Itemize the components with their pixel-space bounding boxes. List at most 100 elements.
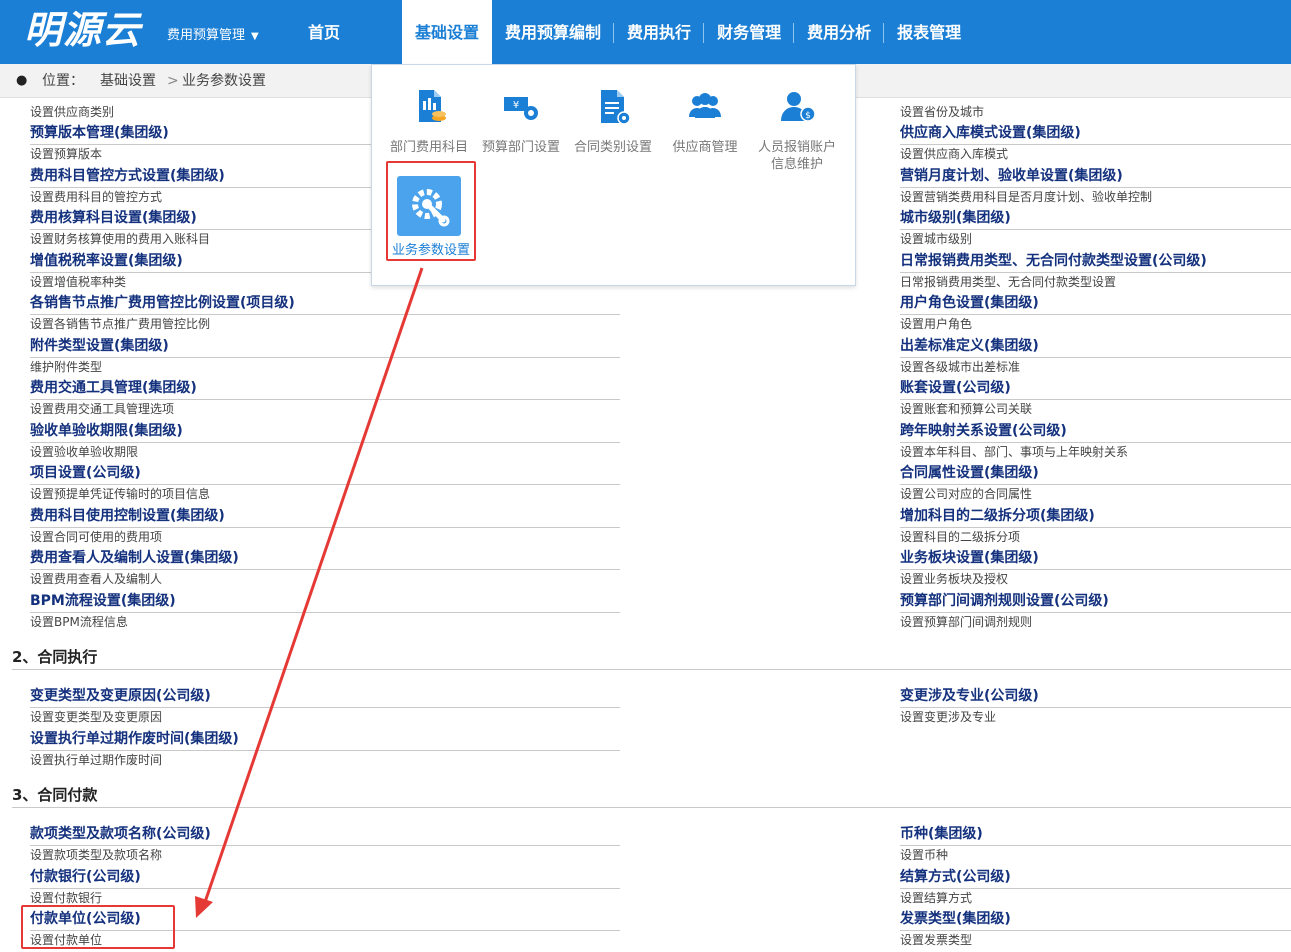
settings-entry-desc: 设置执行单过期作废时间 bbox=[30, 753, 163, 767]
settings-entry: 各销售节点推广费用管控比例设置(项目级) 设置各销售节点推广费用管控比例 bbox=[30, 295, 620, 332]
dropdown-item-label: 合同类别设置 bbox=[573, 140, 652, 155]
divider bbox=[30, 569, 620, 570]
divider bbox=[900, 314, 1291, 315]
settings-entry-link[interactable]: 出差标准定义(集团级) bbox=[900, 338, 1291, 355]
settings-entry-link[interactable]: 付款银行(公司级) bbox=[30, 869, 620, 886]
settings-entry-link[interactable]: 验收单验收期限(集团级) bbox=[30, 423, 620, 440]
settings-entry: BPM流程设置(集团级) 设置BPM流程信息 bbox=[30, 593, 620, 630]
divider bbox=[30, 399, 620, 400]
settings-entry-link[interactable]: 城市级别(集团级) bbox=[900, 210, 1291, 227]
money-gear-icon: ¥ bbox=[504, 97, 538, 120]
nav-basic-settings[interactable]: 基础设置 bbox=[402, 0, 493, 64]
settings-entry-link[interactable]: 费用交通工具管理(集团级) bbox=[30, 380, 620, 397]
nav-home[interactable]: 首页 bbox=[292, 0, 356, 64]
divider bbox=[900, 526, 1291, 528]
top-nav-bar: 明源云 费用预算管理 ▼ 首页 基础设置 费用预算编制 费用执行 财务管理 费用分… bbox=[0, 0, 1291, 64]
basic-settings-dropdown: 部门费用科目 ¥ 预算部门设置 合同类别设置 供应商管理 $ 人员报销账户信息维… bbox=[371, 64, 856, 286]
settings-entry-desc: 设置公司对应的合同属性 bbox=[900, 487, 1033, 501]
settings-entry-link[interactable]: 变更涉及专业(公司级) bbox=[900, 688, 1291, 705]
dropdown-item-label: 业务参数设置 bbox=[391, 243, 470, 258]
app-root: 明源云 费用预算管理 ▼ 首页 基础设置 费用预算编制 费用执行 财务管理 费用分… bbox=[0, 0, 1291, 952]
settings-entry: 城市级别(集团级) 设置城市级别 bbox=[900, 210, 1291, 247]
divider bbox=[30, 750, 620, 751]
settings-entry-link[interactable]: 各销售节点推广费用管控比例设置(项目级) bbox=[30, 295, 620, 312]
settings-entry-link[interactable]: 费用查看人及编制人设置(集团级) bbox=[30, 550, 620, 567]
settings-entry-link[interactable]: 币种(集团级) bbox=[900, 826, 1291, 843]
breadcrumb-prefix: 位置： bbox=[42, 73, 84, 89]
settings-entry: 变更涉及专业(公司级) 设置变更涉及专业 bbox=[900, 688, 1291, 725]
divider bbox=[30, 441, 620, 443]
location-pin-icon: ● bbox=[16, 73, 28, 88]
settings-entry-link[interactable]: 日常报销费用类型、无合同付款类型设置(公司级) bbox=[900, 253, 1291, 270]
divider bbox=[30, 611, 620, 613]
settings-entry-desc: 设置结算方式 bbox=[900, 890, 973, 905]
settings-entry-link[interactable]: 变更类型及变更原因(公司级) bbox=[30, 688, 620, 705]
dropdown-item-label: 部门费用科目 bbox=[389, 140, 468, 155]
settings-entry-desc: 设置本年科目、部门、事项与上年映射关系 bbox=[900, 444, 1129, 459]
dropdown-item-supplier[interactable]: 供应商管理 bbox=[660, 87, 750, 156]
settings-entry-link[interactable]: 款项类型及款项名称(公司级) bbox=[30, 826, 620, 843]
settings-entry-link[interactable]: BPM流程设置(集团级) bbox=[30, 593, 620, 610]
settings-entry-desc: 设置变更类型及变更原因 bbox=[30, 710, 163, 724]
settings-entry-link[interactable]: 附件类型设置(集团级) bbox=[30, 338, 620, 355]
settings-entry-link[interactable]: 用户角色设置(集团级) bbox=[900, 295, 1291, 312]
nav-analysis[interactable]: 费用分析 bbox=[794, 0, 885, 64]
divider bbox=[900, 441, 1291, 443]
system-selector-label: 费用预算管理 bbox=[167, 28, 246, 43]
document-gear-icon bbox=[601, 90, 631, 125]
chevron-down-icon: ▼ bbox=[251, 31, 259, 42]
settings-entry-link[interactable]: 账套设置(公司级) bbox=[900, 380, 1291, 397]
divider bbox=[900, 186, 1291, 188]
dropdown-item-dept-expense[interactable]: 部门费用科目 bbox=[384, 87, 474, 156]
system-selector[interactable]: 费用预算管理 ▼ bbox=[167, 24, 259, 43]
settings-entry-desc: 设置账套和预算公司关联 bbox=[900, 402, 1033, 416]
settings-entry-link[interactable]: 项目设置(公司级) bbox=[30, 465, 620, 482]
settings-entry: 供应商入库模式设置(集团级) 设置供应商入库模式 bbox=[900, 125, 1291, 162]
settings-entry-desc: 设置营销类费用科目是否月度计划、验收单控制 bbox=[900, 189, 1153, 204]
document-coins-icon bbox=[419, 90, 446, 122]
settings-entry-link[interactable]: 设置执行单过期作废时间(集团级) bbox=[30, 731, 620, 748]
dropdown-item-staff-account[interactable]: $ 人员报销账户信息维护 bbox=[752, 87, 842, 173]
settings-entry-link[interactable]: 预算部门间调剂规则设置(公司级) bbox=[900, 593, 1291, 610]
dropdown-item-contract-category[interactable]: 合同类别设置 bbox=[568, 87, 658, 156]
nav-budget-compile[interactable]: 费用预算编制 bbox=[492, 0, 615, 64]
settings-entry-desc: 设置币种 bbox=[900, 848, 949, 862]
nav-finance[interactable]: 财务管理 bbox=[704, 0, 795, 64]
settings-entry: 费用查看人及编制人设置(集团级) 设置费用查看人及编制人 bbox=[30, 550, 620, 587]
annotation-highlight-box bbox=[21, 905, 175, 949]
divider bbox=[900, 887, 1291, 889]
breadcrumb-parent[interactable]: 基础设置 bbox=[100, 64, 156, 98]
divider bbox=[30, 887, 620, 889]
dropdown-item-label: 供应商管理 bbox=[672, 140, 738, 155]
divider bbox=[900, 707, 1291, 708]
settings-entry-link[interactable]: 增加科目的二级拆分项(集团级) bbox=[900, 508, 1291, 525]
settings-entry: 跨年映射关系设置(公司级) 设置本年科目、部门、事项与上年映射关系 bbox=[900, 423, 1291, 460]
settings-entry: 设置执行单过期作废时间(集团级) 设置执行单过期作废时间 bbox=[30, 731, 620, 768]
settings-entry: 合同属性设置(集团级) 设置公司对应的合同属性 bbox=[900, 465, 1291, 502]
svg-text:$: $ bbox=[805, 111, 811, 121]
settings-entry-link[interactable]: 营销月度计划、验收单设置(集团级) bbox=[900, 168, 1291, 185]
dropdown-item-budget-dept[interactable]: ¥ 预算部门设置 bbox=[476, 87, 566, 156]
settings-entry-desc: 设置发票类型 bbox=[900, 933, 973, 947]
dropdown-item-business-params[interactable]: 业务参数设置 bbox=[386, 161, 476, 261]
settings-entry-link[interactable]: 合同属性设置(集团级) bbox=[900, 465, 1291, 482]
settings-entry-desc: 设置城市级别 bbox=[900, 232, 973, 246]
dropdown-item-label: 人员报销账户信息维护 bbox=[757, 140, 836, 172]
nav-reports[interactable]: 报表管理 bbox=[884, 0, 974, 64]
settings-entry-link[interactable]: 结算方式(公司级) bbox=[900, 869, 1291, 886]
divider bbox=[900, 569, 1291, 570]
settings-entry: 发票类型(集团级) 设置发票类型 bbox=[900, 911, 1291, 948]
settings-entry-link[interactable]: 发票类型(集团级) bbox=[900, 911, 1291, 928]
settings-entry-link[interactable]: 业务板块设置(集团级) bbox=[900, 550, 1291, 567]
settings-entry-link[interactable]: 费用科目使用控制设置(集团级) bbox=[30, 508, 620, 525]
settings-entry-link[interactable]: 跨年映射关系设置(公司级) bbox=[900, 423, 1291, 440]
settings-entry-desc: 日常报销费用类型、无合同付款类型设置 bbox=[900, 274, 1117, 289]
section2-title: 2、合同执行 bbox=[12, 647, 1291, 670]
settings-entry-desc: 设置用户角色 bbox=[900, 317, 973, 331]
settings-entry-desc: 设置款项类型及款项名称 bbox=[30, 848, 163, 862]
divider bbox=[900, 229, 1291, 230]
nav-expense-exec[interactable]: 费用执行 bbox=[614, 0, 705, 64]
settings-entry: 费用科目使用控制设置(集团级) 设置合同可使用的费用项 bbox=[30, 508, 620, 545]
brand-logo: 明源云 bbox=[24, 7, 142, 52]
settings-entry-link[interactable]: 供应商入库模式设置(集团级) bbox=[900, 125, 1291, 142]
